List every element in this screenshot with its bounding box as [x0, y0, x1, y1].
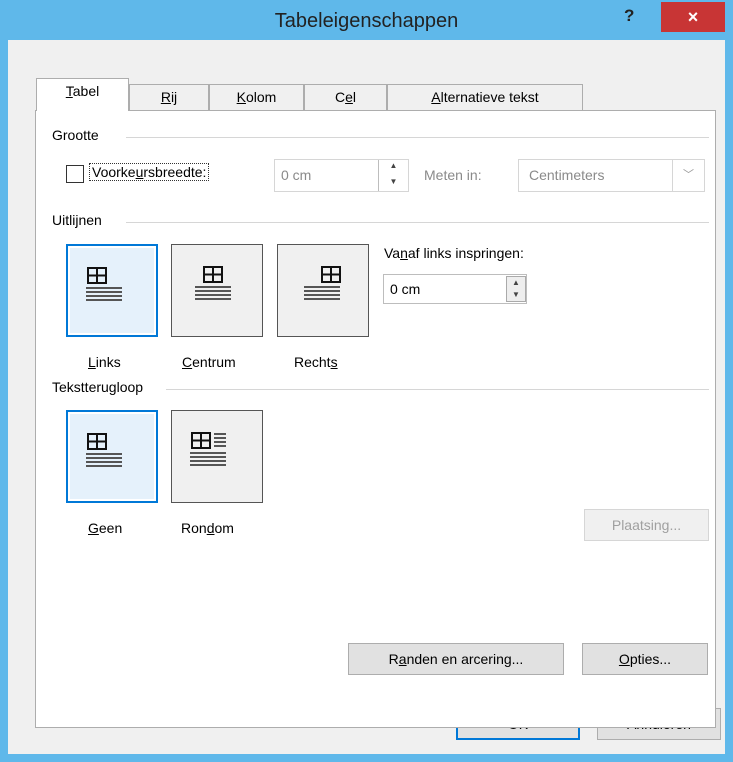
wrap-none-option[interactable]	[66, 410, 158, 503]
close-button[interactable]: ×	[661, 2, 725, 32]
align-center-icon	[195, 266, 231, 300]
preferred-width-label[interactable]: Voorkeursbreedte:	[88, 163, 210, 181]
tab-tabel[interactable]: Tabel	[36, 78, 129, 111]
spin-up-icon[interactable]: ▲	[379, 160, 408, 176]
wrap-around-option[interactable]	[171, 410, 263, 503]
title-bar[interactable]: Tabeleigenschappen ? ×	[0, 0, 733, 40]
table-properties-dialog: Tabeleigenschappen ? × Tabel Rij Kolom C…	[0, 0, 733, 762]
align-right-icon	[304, 266, 341, 300]
tab-rij[interactable]: Rij	[129, 84, 209, 110]
close-icon: ×	[687, 7, 699, 27]
section-uitlijnen-heading: Uitlijnen	[52, 212, 102, 228]
section-divider	[126, 222, 709, 223]
indent-from-left-label: Vanaf links inspringen:	[384, 245, 524, 261]
section-tekstterugloop-heading: Tekstterugloop	[52, 379, 144, 395]
preferred-width-input[interactable]: 0 cm ▲ ▼	[274, 159, 409, 192]
wrap-around-icon	[190, 432, 226, 466]
align-left-icon	[86, 267, 122, 301]
preferred-width-spinner[interactable]: ▲ ▼	[378, 160, 408, 191]
section-divider	[126, 137, 709, 138]
tab-kolom[interactable]: Kolom	[209, 84, 304, 110]
help-button[interactable]: ?	[624, 6, 634, 26]
align-right-option[interactable]	[277, 244, 369, 337]
spin-up-icon[interactable]: ▲	[507, 277, 525, 289]
align-center-label: Centrum	[182, 354, 236, 370]
align-left-option[interactable]	[66, 244, 158, 337]
options-button[interactable]: Opties...	[582, 643, 708, 675]
tab-cel[interactable]: Cel	[304, 84, 387, 110]
tab-panel-tabel: Grootte Voorkeursbreedte: 0 cm ▲ ▼ Meten…	[35, 110, 716, 728]
align-center-option[interactable]	[171, 244, 263, 337]
measure-in-select[interactable]: Centimeters ﹀	[518, 159, 705, 192]
preferred-width-checkbox[interactable]	[66, 165, 84, 183]
indent-spinner[interactable]: ▲ ▼	[506, 276, 526, 302]
section-divider	[166, 389, 709, 390]
align-left-label: Links	[88, 354, 121, 370]
tab-alternatieve-tekst[interactable]: Alternatieve tekst	[387, 84, 583, 110]
indent-from-left-input[interactable]: 0 cm ▲ ▼	[383, 274, 527, 304]
chevron-down-icon[interactable]: ﹀	[672, 160, 704, 191]
spin-down-icon[interactable]: ▼	[379, 176, 408, 192]
measure-in-label: Meten in:	[424, 167, 482, 183]
placement-button[interactable]: Plaatsing...	[584, 509, 709, 541]
borders-shading-button[interactable]: Randen en arcering...	[348, 643, 564, 675]
wrap-none-icon	[86, 433, 122, 467]
dialog-client-area: Tabel Rij Kolom Cel Alternatieve tekst G…	[8, 40, 725, 754]
wrap-none-label: Geen	[88, 520, 123, 536]
align-right-label: Rechts	[294, 354, 338, 370]
spin-down-icon[interactable]: ▼	[507, 289, 525, 301]
section-grootte-heading: Grootte	[52, 127, 99, 143]
wrap-around-label: Rondom	[181, 520, 234, 536]
